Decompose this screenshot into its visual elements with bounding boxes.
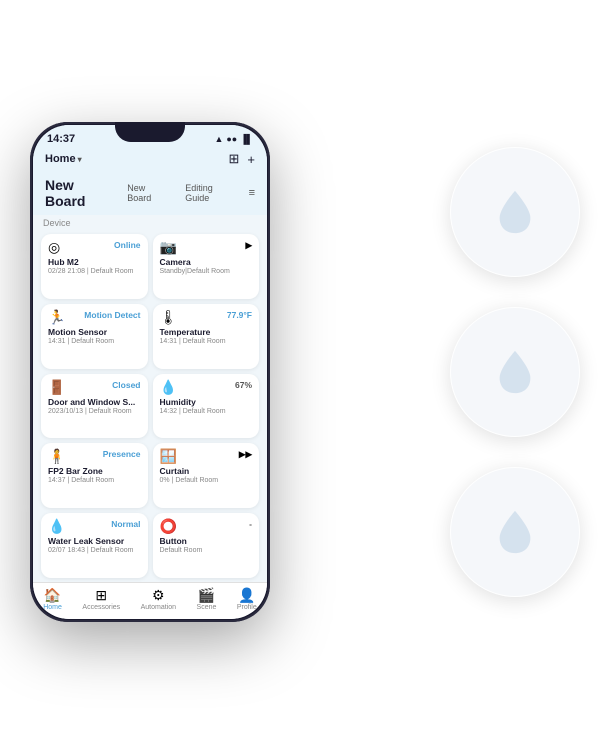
device-icon-6: 🧍 xyxy=(48,449,65,463)
device-status-3: 77.9°F xyxy=(227,310,252,320)
device-date-5: 14:32 | Default Room xyxy=(160,408,253,415)
device-card-8[interactable]: 💧 Normal Water Leak Sensor02/07 18:43 | De… xyxy=(41,513,148,578)
device-name-2: Motion Sensor xyxy=(48,327,141,337)
device-icon-1: 📷 xyxy=(160,240,177,254)
device-card-4[interactable]: 🚪 Closed Door and Window S...2023/10/13 | … xyxy=(41,374,148,439)
device-date-2: 14:31 | Default Room xyxy=(48,338,141,345)
device-grid: ◎ Online Hub M202/28 21:08 | Default Room 📷… xyxy=(33,230,267,582)
device-date-6: 14:37 | Default Room xyxy=(48,477,141,484)
wifi-icon: ▲ xyxy=(214,134,223,144)
device-icon-5: 💧 xyxy=(160,380,177,394)
sensor-circle-3 xyxy=(450,467,580,597)
device-status-9: - xyxy=(249,519,252,529)
device-name-9: Button xyxy=(160,536,253,546)
device-icon-8: 💧 xyxy=(48,519,65,533)
device-card-1[interactable]: 📷 ▶ CameraStandby|Default Room xyxy=(153,234,260,299)
nav-label-scene: Scene xyxy=(197,604,217,611)
chevron-down-icon: ▾ xyxy=(78,155,82,164)
device-name-1: Camera xyxy=(160,257,253,267)
device-icon-2: 🏃 xyxy=(48,310,65,324)
device-name-6: FP2 Bar Zone xyxy=(48,466,141,476)
nav-item-home[interactable]: 🏠 Home xyxy=(43,588,62,611)
board-tab-1[interactable]: New Board xyxy=(123,181,175,205)
top-nav: Home ▾ ⊞ + xyxy=(33,149,267,173)
drop-icon-1 xyxy=(495,187,535,237)
nav-item-accessories[interactable]: ⊞ Accessories xyxy=(82,588,120,611)
device-icon-3: 🌡 xyxy=(160,310,178,324)
signal-icon: ●● xyxy=(226,134,237,144)
device-card-6[interactable]: 🧍 Presence FP2 Bar Zone14:37 | Default Roo… xyxy=(41,443,148,508)
nav-item-profile[interactable]: 👤 Profile xyxy=(237,588,257,611)
phone-notch xyxy=(115,122,185,142)
device-card-2[interactable]: 🏃 Motion Detect Motion Sensor14:31 | Defau… xyxy=(41,304,148,369)
home-text: Home xyxy=(45,153,76,165)
phone: 14:37 ▲ ●● ▐▌ Home ▾ ⊞ + xyxy=(30,122,270,622)
device-date-3: 14:31 | Default Room xyxy=(160,338,253,345)
nav-icon-home: 🏠 xyxy=(44,588,61,602)
scene: 14:37 ▲ ●● ▐▌ Home ▾ ⊞ + xyxy=(0,0,600,744)
device-card-9[interactable]: ⭕ - ButtonDefault Room xyxy=(153,513,260,578)
device-name-5: Humidity xyxy=(160,397,253,407)
device-icon-0: ◎ xyxy=(48,240,60,254)
nav-label-automation: Automation xyxy=(141,604,176,611)
nav-label-accessories: Accessories xyxy=(82,604,120,611)
device-status-2: Motion Detect xyxy=(84,310,140,320)
home-nav-label[interactable]: Home ▾ xyxy=(45,153,82,165)
drop-icon-2 xyxy=(495,347,535,397)
section-label: Device xyxy=(33,215,267,230)
device-icon-4: 🚪 xyxy=(48,380,65,394)
device-card-5[interactable]: 💧 67% Humidity14:32 | Default Room xyxy=(153,374,260,439)
bottom-nav: 🏠 Home ⊞ Accessories ⚙ Automation 🎬 Scene 👤 Profi… xyxy=(33,582,267,619)
phone-screen: 14:37 ▲ ●● ▐▌ Home ▾ ⊞ + xyxy=(33,125,267,619)
board-nav: New Board New Board Editing Guide ≡ xyxy=(33,173,267,215)
board-tab-2[interactable]: Editing Guide xyxy=(181,181,242,205)
board-menu-icon[interactable]: ≡ xyxy=(249,187,255,199)
battery-icon: ▐▌ xyxy=(240,134,253,144)
device-date-4: 2023/10/13 | Default Room xyxy=(48,408,141,415)
device-status-1: ▶ xyxy=(245,240,252,251)
device-name-0: Hub M2 xyxy=(48,257,141,267)
device-status-0: Online xyxy=(114,240,140,250)
device-name-4: Door and Window S... xyxy=(48,397,141,407)
nav-actions: ⊞ + xyxy=(229,151,256,167)
device-icon-7: 🪟 xyxy=(160,449,177,463)
device-name-7: Curtain xyxy=(160,466,253,476)
sensor-circle-2 xyxy=(450,307,580,437)
status-icons: ▲ ●● ▐▌ xyxy=(214,134,253,144)
device-status-4: Closed xyxy=(112,380,140,390)
nav-label-home: Home xyxy=(43,604,62,611)
device-date-9: Default Room xyxy=(160,547,253,554)
device-status-8: Normal xyxy=(111,519,140,529)
nav-icon-automation: ⚙ xyxy=(152,588,165,602)
device-card-3[interactable]: 🌡 77.9°F Temperature14:31 | Default Room xyxy=(153,304,260,369)
nav-label-profile: Profile xyxy=(237,604,257,611)
sensors-right xyxy=(450,147,580,597)
device-date-1: Standby|Default Room xyxy=(160,268,253,275)
device-card-7[interactable]: 🪟 ▶▶ Curtain0% | Default Room xyxy=(153,443,260,508)
status-time: 14:37 xyxy=(47,133,75,145)
grid-icon[interactable]: ⊞ xyxy=(229,151,240,167)
nav-icon-profile: 👤 xyxy=(238,588,255,602)
nav-item-automation[interactable]: ⚙ Automation xyxy=(141,588,176,611)
device-date-0: 02/28 21:08 | Default Room xyxy=(48,268,141,275)
device-status-6: Presence xyxy=(103,449,141,459)
device-name-8: Water Leak Sensor xyxy=(48,536,141,546)
nav-icon-scene: 🎬 xyxy=(198,588,215,602)
sensor-circle-1 xyxy=(450,147,580,277)
device-date-8: 02/07 18:43 | Default Room xyxy=(48,547,141,554)
board-title: New Board xyxy=(45,177,117,209)
nav-icon-accessories: ⊞ xyxy=(95,588,107,602)
device-date-7: 0% | Default Room xyxy=(160,477,253,484)
nav-item-scene[interactable]: 🎬 Scene xyxy=(197,588,217,611)
device-status-5: 67% xyxy=(235,380,252,390)
device-icon-9: ⭕ xyxy=(160,519,177,533)
device-name-3: Temperature xyxy=(160,327,253,337)
add-icon[interactable]: + xyxy=(247,152,255,167)
device-card-0[interactable]: ◎ Online Hub M202/28 21:08 | Default Room xyxy=(41,234,148,299)
drop-icon-3 xyxy=(495,507,535,557)
device-status-7: ▶▶ xyxy=(239,449,252,460)
